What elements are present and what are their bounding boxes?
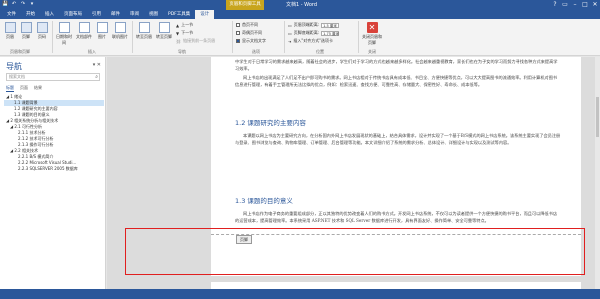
header-position-icon: ▭ xyxy=(288,22,292,28)
heading-tree: ◢ 1 绪论 1.1 课题背景 1.2 课题研究的主要内容 1.3 课题的目的意… xyxy=(4,94,104,172)
help-button[interactable]: ? xyxy=(550,0,560,10)
body-paragraph: 中学生对于日常学习的需求越来越高，随着社会的进步，学生们对于学习的方式也越来越多… xyxy=(235,59,558,71)
next-section-button[interactable]: ▼ 下一节 xyxy=(176,30,193,36)
link-to-previous-button[interactable]: ⛓ 链接到前一条页眉 xyxy=(176,38,215,44)
status-bar xyxy=(0,289,600,299)
picture-button[interactable]: 图片 xyxy=(95,22,109,40)
nav-search-input[interactable]: 搜索文档 ⌕ xyxy=(6,73,100,81)
footer-bottom-input[interactable]: 1.75 厘米 xyxy=(321,30,340,36)
ribbon-tabs: 文件 开始 插入 页面布局 引用 邮件 审阅 视图 PDF工具集 设计 xyxy=(0,10,600,19)
tab-headings[interactable]: 标题 xyxy=(6,85,14,92)
online-picture-icon xyxy=(114,22,126,33)
ribbon-separator xyxy=(284,21,285,53)
goto-header-button[interactable]: 转至页眉 xyxy=(135,22,153,40)
footer-position-icon: ▭ xyxy=(288,30,292,36)
vertical-scrollbar[interactable] xyxy=(595,57,600,289)
pane-close-icon[interactable]: ▾ ✕ xyxy=(93,62,101,68)
nav-tabs: 标题 页面 结果 xyxy=(6,85,42,92)
page-number-button[interactable]: 页码 xyxy=(35,22,49,40)
window-controls: ? ▭ – □ ✕ xyxy=(550,0,600,10)
ribbon-separator xyxy=(358,21,359,53)
header-top-input[interactable]: 1.5 厘米 xyxy=(321,22,340,28)
tab-file[interactable]: 文件 xyxy=(2,10,21,19)
tree-item[interactable]: 2.2.3 SQLSERVER 2005 数据库 xyxy=(4,166,104,172)
document-parts-icon xyxy=(78,22,90,33)
navigation-title: 导航 xyxy=(6,62,22,71)
calendar-icon xyxy=(58,22,70,33)
different-odd-even-checkbox[interactable]: 奇偶页不同 xyxy=(236,30,262,36)
tab-pages[interactable]: 页面 xyxy=(20,85,28,92)
goto-footer-button[interactable]: 转至页脚 xyxy=(155,22,173,40)
footer-button[interactable]: 页脚 xyxy=(19,22,33,40)
group-label-navigation: 导航 xyxy=(178,49,186,54)
alignment-tab-icon: ⇥ xyxy=(288,38,292,44)
goto-footer-icon xyxy=(158,22,170,33)
tab-insert[interactable]: 插入 xyxy=(40,10,59,19)
insert-alignment-tab-button[interactable]: ⇥ 插入"对齐方式"选项卡 xyxy=(288,38,333,44)
body-paragraph: 网上书店的出现满足了人们足不出户即可购书的需求。网上书店相对于传统书店具有成本低… xyxy=(235,75,558,87)
minimize-button[interactable]: – xyxy=(570,0,580,10)
body-paragraph: 本课题以网上书店为主要研究方向，在分析国内外网上书店发展现状的基础上，结合具体需… xyxy=(235,133,561,145)
next-page[interactable] xyxy=(211,282,581,289)
tab-pdf-tools[interactable]: PDF工具集 xyxy=(163,10,195,19)
quick-access-toolbar: 💾 ↶ ↷ ▾ xyxy=(2,1,35,8)
tab-review[interactable]: 审阅 xyxy=(125,10,144,19)
tab-results[interactable]: 结果 xyxy=(34,85,42,92)
ribbon-separator xyxy=(232,21,233,53)
close-icon: ✕ xyxy=(366,22,378,33)
different-first-page-checkbox[interactable]: 首页不同 xyxy=(236,22,258,28)
link-icon: ⛓ xyxy=(176,38,182,44)
body-paragraph: 网上书店作为电子商务的重要组成部分，正以其独特的优势改变着人们的购书方式。开发网… xyxy=(235,211,558,223)
undo-icon[interactable]: ↶ xyxy=(11,1,17,8)
page-number-icon xyxy=(36,22,48,33)
group-label-position: 位置 xyxy=(316,49,324,54)
previous-section-button[interactable]: ▲ 上一节 xyxy=(176,22,193,28)
up-arrow-icon: ▲ xyxy=(176,22,180,28)
ribbon-display-button[interactable]: ▭ xyxy=(560,0,570,10)
section-heading: 1.2 课题研究的主要内容 xyxy=(235,119,306,127)
checkbox-icon xyxy=(236,31,240,35)
goto-header-icon xyxy=(138,22,150,33)
group-label-header-footer: 页眉和页脚 xyxy=(10,49,30,54)
checkbox-icon xyxy=(236,23,240,27)
header-icon xyxy=(4,22,16,33)
ribbon: 页眉 页脚 页码 页眉和页脚 日期和时间 文档部件 图片 联机图片 插入 转至页… xyxy=(0,19,600,56)
header-button[interactable]: 页眉 xyxy=(3,22,17,40)
title-bar: 💾 ↶ ↷ ▾ 页眉和页脚工具 文档1 - Word ? ▭ – □ ✕ xyxy=(0,0,600,10)
context-tool-group: 页眉和页脚工具 xyxy=(226,0,264,10)
tab-mailings[interactable]: 邮件 xyxy=(106,10,125,19)
tab-design[interactable]: 设计 xyxy=(195,10,215,19)
ribbon-separator xyxy=(132,21,133,53)
footer-icon xyxy=(20,22,32,33)
show-document-text-checkbox[interactable]: 显示文档文字 xyxy=(236,38,266,44)
tab-home[interactable]: 开始 xyxy=(21,10,40,19)
tab-view[interactable]: 视图 xyxy=(144,10,163,19)
picture-icon xyxy=(96,22,108,33)
close-window-button[interactable]: ✕ xyxy=(590,0,600,10)
tab-page-layout[interactable]: 页面布局 xyxy=(59,10,87,19)
down-arrow-icon: ▼ xyxy=(176,30,180,36)
document-parts-button[interactable]: 文档部件 xyxy=(75,22,93,40)
header-top-distance: ▭ 页眉顶端距离: 1.5 厘米 xyxy=(288,22,340,28)
redo-icon[interactable]: ↷ xyxy=(20,1,26,8)
footer-bottom-distance: ▭ 页脚底端距离: 1.75 厘米 xyxy=(288,30,340,36)
customize-icon[interactable]: ▾ xyxy=(29,1,35,8)
online-picture-button[interactable]: 联机图片 xyxy=(111,22,129,40)
section-heading: 1.3 课题的目的意义 xyxy=(235,197,293,205)
scrollbar-thumb[interactable] xyxy=(596,97,599,137)
checkbox-checked-icon xyxy=(236,39,240,43)
group-label-options: 选项 xyxy=(252,49,260,54)
close-header-footer-button[interactable]: ✕ 关闭页眉和页脚 xyxy=(361,22,383,46)
search-icon[interactable]: ⌕ xyxy=(95,74,98,80)
highlight-box xyxy=(125,228,585,275)
navigation-pane: 导航 ▾ ✕ 搜索文档 ⌕ 标题 页面 结果 ◢ 1 绪论 1.1 课题背景 1… xyxy=(0,57,106,289)
save-icon[interactable]: 💾 xyxy=(2,1,8,8)
group-label-close: 关闭 xyxy=(368,49,376,54)
tab-references[interactable]: 引用 xyxy=(87,10,106,19)
group-label-insert: 插入 xyxy=(88,49,96,54)
datetime-button[interactable]: 日期和时间 xyxy=(55,22,73,46)
window-title: 文档1 - Word xyxy=(286,2,318,8)
ribbon-separator xyxy=(52,21,53,53)
maximize-button[interactable]: □ xyxy=(580,0,590,10)
